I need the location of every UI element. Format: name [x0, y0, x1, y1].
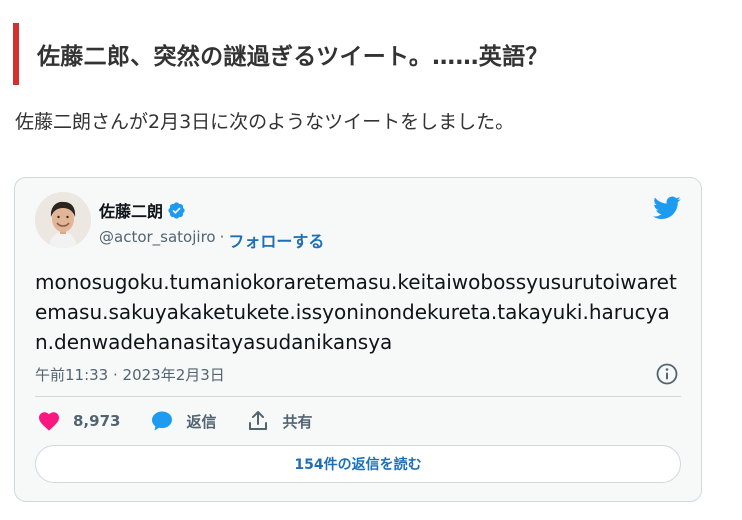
tweet-divider [35, 396, 681, 397]
author-handle[interactable]: @actor_satojiro [99, 228, 216, 252]
tweet-text: monosugoku.tumaniokoraretemasu.keitaiwob… [35, 270, 677, 354]
embedded-tweet: 佐藤二朗 @actor_satojiro · フォローする monosugoku… [14, 177, 702, 502]
share-button[interactable]: 共有 [246, 409, 312, 433]
info-icon[interactable] [655, 362, 679, 386]
author-handle-row: @actor_satojiro · フォローする [99, 228, 324, 252]
article-intro: 佐藤二朗さんが2月3日に次のようなツイートをしました。 [15, 111, 515, 133]
tweet-actions: 8,973 返信 共有 [37, 409, 342, 433]
article-heading-text: 佐藤二郎、突然の謎過ぎるツイート。……英語？ [37, 44, 549, 70]
read-replies-button[interactable]: 154件の返信を読む [35, 445, 681, 483]
reply-label: 返信 [186, 412, 217, 431]
read-replies-label: 154件の返信を読む [294, 457, 422, 473]
speech-bubble-icon [152, 411, 173, 431]
follow-button[interactable]: フォローする [228, 228, 324, 252]
twitter-bird-icon[interactable] [653, 196, 681, 220]
author-avatar[interactable] [35, 192, 91, 248]
like-button[interactable]: 8,973 [37, 409, 120, 433]
share-label: 共有 [282, 412, 313, 431]
article-heading: 佐藤二郎、突然の謎過ぎるツイート。……英語？ [13, 23, 723, 85]
author-name-row: 佐藤二朗 [99, 198, 324, 222]
author-name[interactable]: 佐藤二朗 [99, 198, 163, 222]
share-icon [249, 411, 268, 430]
handle-separator: · [219, 228, 225, 246]
like-count: 8,973 [73, 412, 121, 430]
tweet-timestamp[interactable]: 午前11:33 · 2023年2月3日 [35, 364, 225, 385]
reply-button[interactable]: 返信 [150, 409, 216, 433]
verified-badge-icon [167, 201, 186, 220]
tweet-author: 佐藤二朗 @actor_satojiro · フォローする [99, 198, 324, 252]
heart-icon [39, 412, 59, 431]
